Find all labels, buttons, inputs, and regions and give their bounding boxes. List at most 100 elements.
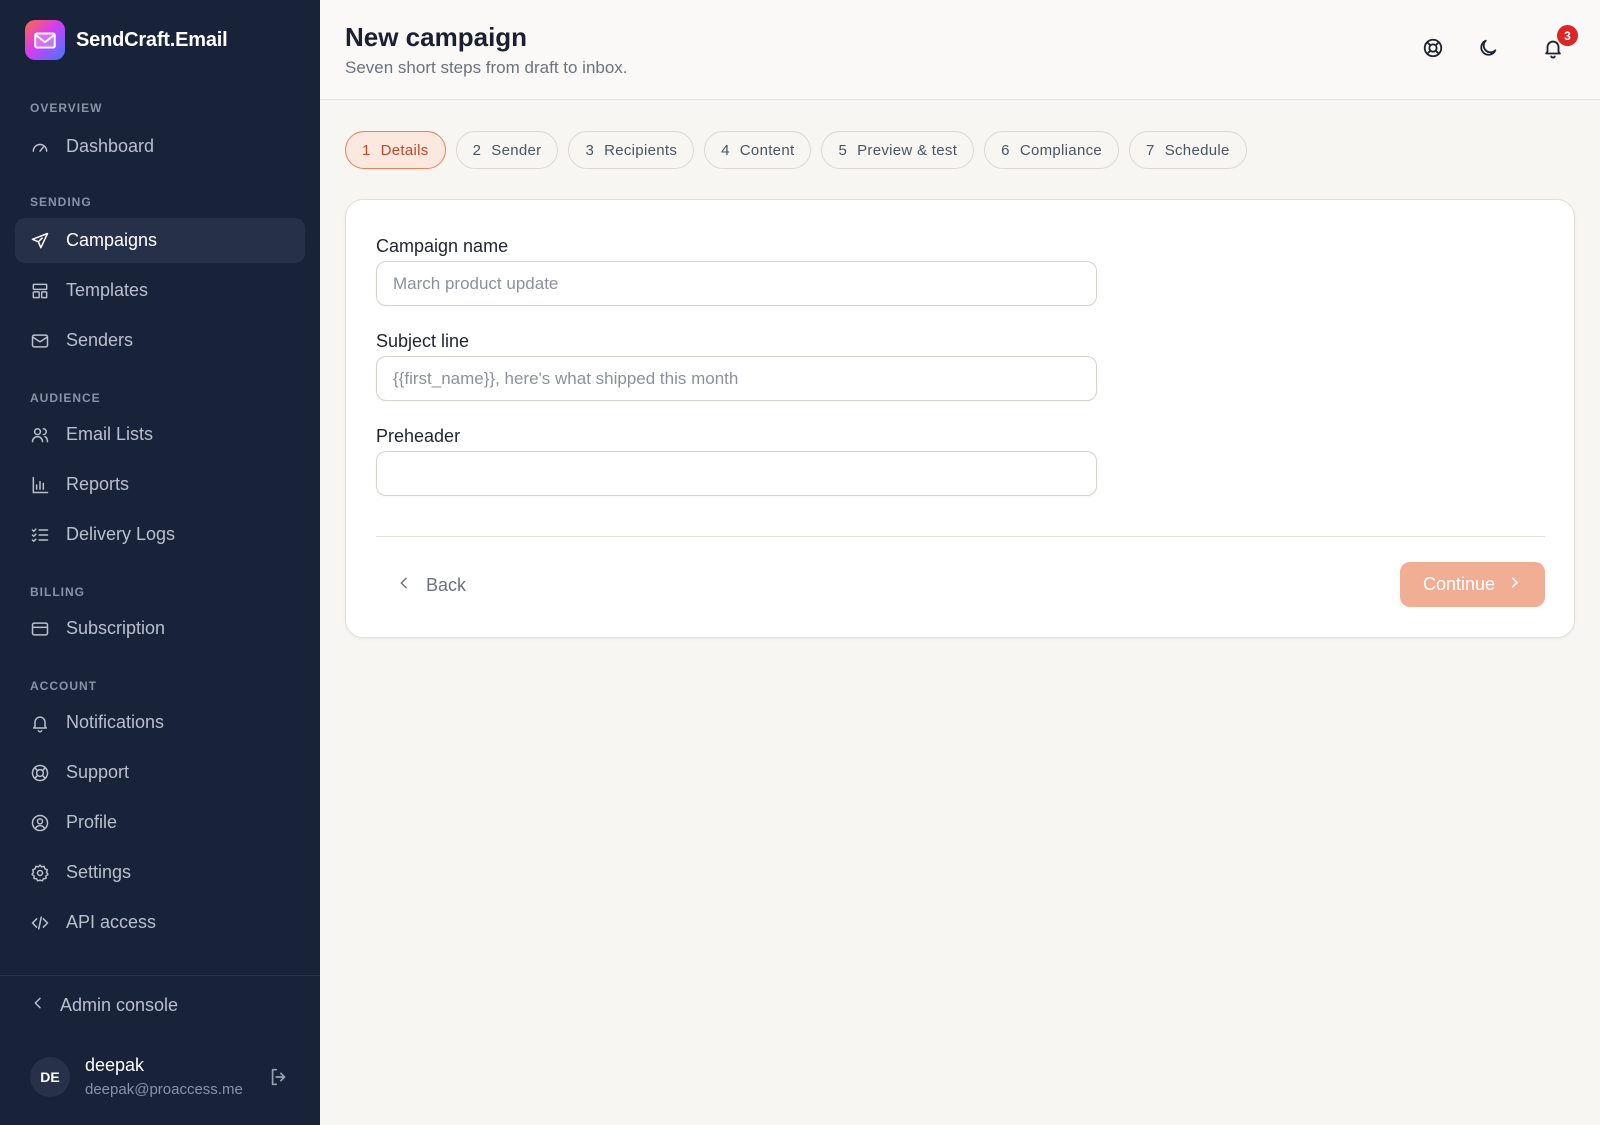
campaign-name-input[interactable] [376, 261, 1097, 306]
sidebar-item-label: Notifications [66, 712, 165, 732]
user-email: deepak@proaccess.me [85, 1081, 243, 1098]
users-icon [30, 425, 50, 445]
code-icon [30, 913, 50, 933]
sidebar-item-subscription[interactable]: Subscription [15, 606, 305, 651]
step-label: Content [739, 141, 795, 159]
sidebar-divider [0, 975, 320, 976]
nav-section-sending: SENDING [30, 195, 92, 209]
sidebar-item-reports[interactable]: Reports [15, 462, 305, 507]
sidebar-item-label: Reports [66, 474, 130, 494]
step-preview-test[interactable]: 5 Preview & test [821, 131, 975, 169]
step-number: 4 [721, 141, 730, 159]
step-content[interactable]: 4 Content [704, 131, 812, 169]
step-label: Details [380, 141, 429, 159]
brand[interactable]: SendCraft.Email [25, 20, 228, 60]
step-number: 5 [838, 141, 848, 159]
step-number: 6 [1001, 141, 1010, 159]
sidebar-item-label: Templates [66, 280, 149, 300]
admin-console-link[interactable]: Admin console [30, 995, 178, 1016]
sidebar-item-label: Dashboard [66, 136, 155, 156]
step-label: Sender [491, 141, 542, 159]
brand-logo-icon [25, 20, 65, 60]
credit-card-icon [30, 619, 50, 639]
lifebuoy-icon [30, 763, 50, 783]
sidebar-item-templates[interactable]: Templates [15, 268, 305, 313]
step-number: 3 [585, 141, 595, 159]
sidebar-item-label: API access [66, 912, 157, 932]
sidebar-item-support[interactable]: Support [15, 750, 305, 795]
sidebar-item-delivery-logs[interactable]: Delivery Logs [15, 512, 305, 557]
list-check-icon [30, 525, 50, 545]
subject-line-input[interactable] [376, 356, 1097, 401]
nav-section-billing: BILLING [30, 585, 85, 599]
campaign-details-card: Campaign name Subject line Preheader Bac… [345, 199, 1575, 638]
bell-icon [30, 713, 50, 733]
lifebuoy-icon [1422, 37, 1444, 62]
page-header: New campaign Seven short steps from draf… [320, 0, 1600, 100]
preheader-input[interactable] [376, 451, 1097, 496]
support-button[interactable] [1420, 36, 1446, 62]
user-profile[interactable]: DE deepak deepak@proaccess.me [30, 1055, 300, 1099]
layout-icon [30, 281, 50, 301]
step-label: Schedule [1164, 141, 1230, 159]
user-name: deepak [85, 1055, 145, 1075]
sidebar-item-label: Settings [66, 862, 132, 882]
sidebar-item-label: Subscription [66, 618, 166, 638]
back-button[interactable]: Back [396, 563, 466, 607]
sidebar-item-label: Support [66, 762, 130, 782]
sidebar-item-dashboard[interactable]: Dashboard [15, 124, 305, 169]
step-label: Recipients [604, 141, 678, 159]
sidebar-item-label: Email Lists [66, 424, 154, 444]
nav-section-audience: AUDIENCE [30, 391, 101, 405]
step-number: 1 [362, 141, 371, 159]
bar-chart-icon [30, 475, 50, 495]
avatar: DE [30, 1057, 70, 1097]
user-circle-icon [30, 813, 50, 833]
campaign-name-label: Campaign name [376, 236, 509, 256]
send-icon [30, 231, 50, 251]
sidebar-item-api-access[interactable]: API access [15, 900, 305, 945]
continue-label: Continue [1422, 574, 1496, 594]
chevron-left-icon [396, 575, 412, 596]
notification-count-badge: 3 [1557, 25, 1578, 46]
brand-name: SendCraft.Email [76, 28, 228, 51]
sidebar-item-senders[interactable]: Senders [15, 318, 305, 363]
subject-line-label: Subject line [376, 331, 470, 351]
sidebar-item-campaigns[interactable]: Campaigns [15, 218, 305, 263]
gear-icon [30, 863, 50, 883]
admin-console-label: Admin console [60, 995, 179, 1015]
sidebar-item-label: Delivery Logs [66, 524, 176, 544]
step-number: 2 [472, 141, 482, 159]
chevron-left-icon [30, 995, 46, 1016]
step-compliance[interactable]: 6 Compliance [984, 131, 1120, 169]
sidebar-item-label: Profile [66, 812, 118, 832]
card-divider [376, 536, 1545, 537]
sidebar: SendCraft.Email OVERVIEW Dashboard SENDI… [0, 0, 320, 1125]
step-navigation: 1 Details 2 Sender 3 Recipients 4 Content 5P… [345, 131, 1247, 169]
preheader-label: Preheader [376, 426, 461, 446]
continue-button[interactable]: Continue [1400, 562, 1545, 607]
back-label: Back [426, 574, 467, 595]
moon-icon [1477, 37, 1499, 62]
nav-section-account: ACCOUNT [30, 679, 97, 693]
step-label: Compliance [1019, 141, 1103, 159]
sidebar-item-profile[interactable]: Profile [15, 800, 305, 845]
logout-icon[interactable] [268, 1066, 290, 1088]
sidebar-item-notifications[interactable]: Notifications [15, 700, 305, 745]
gauge-icon [30, 137, 50, 157]
page-subtitle: Seven short steps from draft to inbox. [345, 58, 628, 77]
theme-toggle-button[interactable] [1475, 36, 1501, 62]
sidebar-item-email-lists[interactable]: Email Lists [15, 412, 305, 457]
sidebar-item-label: Senders [66, 330, 134, 350]
chevron-right-icon [1507, 574, 1522, 595]
nav-section-overview: OVERVIEW [30, 101, 103, 115]
mail-icon [30, 331, 50, 351]
step-details[interactable]: 1 Details [345, 131, 446, 169]
step-sender[interactable]: 2 Sender [455, 131, 559, 169]
step-label: Preview & test [857, 141, 958, 159]
page-title: New campaign [345, 22, 528, 52]
step-recipients[interactable]: 3 Recipients [568, 131, 695, 169]
sidebar-item-label: Campaigns [66, 230, 158, 250]
sidebar-item-settings[interactable]: Settings [15, 850, 305, 895]
step-schedule[interactable]: 7 Schedule [1129, 131, 1247, 169]
